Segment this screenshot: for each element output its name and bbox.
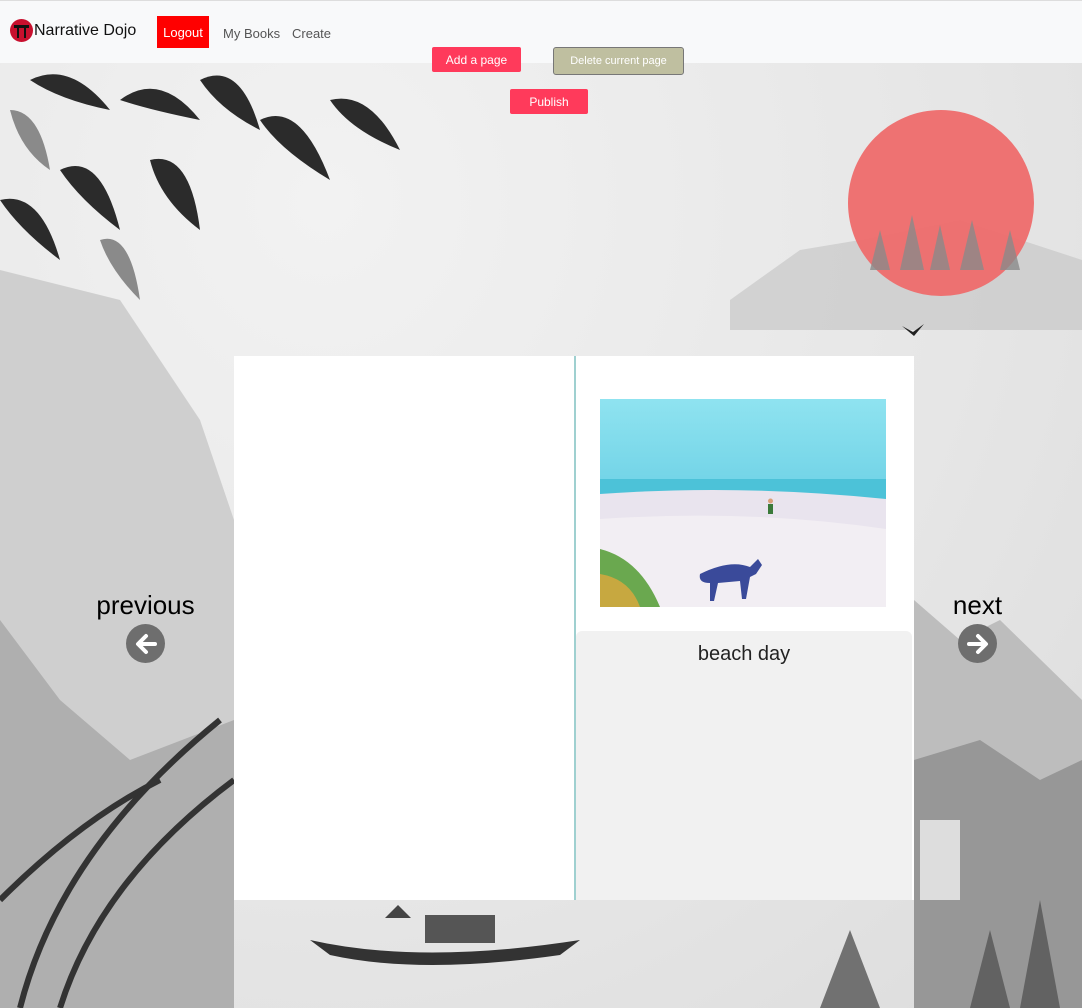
next-page-control[interactable]: next — [950, 590, 1005, 663]
brand-link[interactable]: Narrative Dojo — [10, 19, 136, 42]
arrow-right-icon[interactable] — [958, 624, 997, 663]
nav-link-my-books[interactable]: My Books — [223, 26, 280, 41]
arrow-left-icon[interactable] — [126, 624, 165, 663]
previous-label: previous — [96, 590, 195, 620]
left-page — [234, 356, 574, 900]
caption-box[interactable]: beach day — [576, 631, 912, 900]
top-navbar: Narrative Dojo Logout My Books Create — [0, 0, 1082, 63]
book-spread: beach day — [234, 356, 914, 900]
brand-name: Narrative Dojo — [34, 21, 137, 39]
next-label: next — [952, 590, 1003, 620]
right-page: beach day — [576, 356, 914, 900]
page-illustration — [600, 399, 886, 607]
torii-logo-icon — [10, 19, 33, 42]
publish-button[interactable]: Publish — [510, 89, 588, 114]
previous-page-control[interactable]: previous — [95, 590, 196, 663]
nav-link-create[interactable]: Create — [292, 26, 331, 41]
delete-page-button[interactable]: Delete current page — [553, 47, 684, 75]
add-page-button[interactable]: Add a page — [432, 47, 521, 72]
logout-button[interactable]: Logout — [157, 16, 209, 48]
page-caption: beach day — [697, 643, 791, 665]
